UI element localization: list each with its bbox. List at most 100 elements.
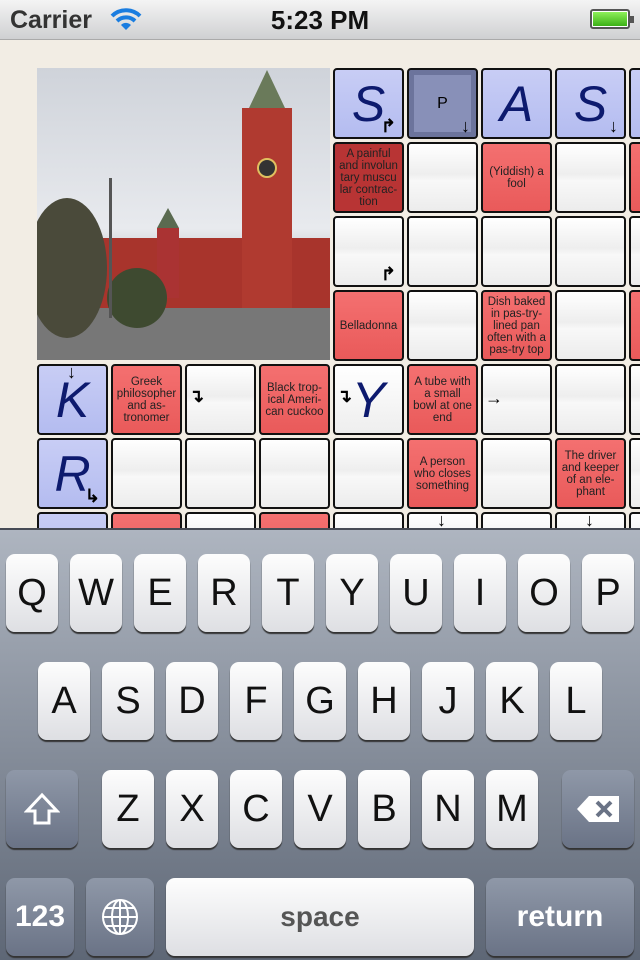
key-label: A	[51, 679, 77, 722]
key-k[interactable]: K	[486, 662, 538, 740]
globe-key[interactable]	[86, 878, 154, 956]
key-label: P	[595, 571, 621, 614]
answer-cell[interactable]	[111, 438, 182, 509]
key-label: return	[516, 900, 604, 933]
letter-cell[interactable]: S ↓	[555, 68, 626, 139]
key-label: K	[499, 679, 525, 722]
direction-arrow-icon: ↱	[380, 264, 396, 284]
key-label: X	[179, 787, 205, 830]
key-m[interactable]: M	[486, 770, 538, 848]
delete-key[interactable]	[562, 770, 634, 848]
return-key[interactable]: return	[486, 878, 634, 956]
key-label: L	[565, 679, 587, 722]
clue-cell[interactable]: A painful and involun tary muscu lar con…	[333, 142, 404, 213]
key-r[interactable]: R	[198, 554, 250, 632]
answer-cell[interactable]	[555, 216, 626, 287]
clue-cell[interactable]: p b	[629, 142, 640, 213]
backspace-icon	[577, 796, 619, 822]
answer-cell[interactable]	[333, 512, 404, 528]
key-l[interactable]: L	[550, 662, 602, 740]
answer-cell[interactable]	[629, 364, 640, 435]
key-z[interactable]: Z	[102, 770, 154, 848]
letter-cell[interactable]: R ↳	[37, 438, 108, 509]
letter-cell[interactable]	[629, 68, 640, 139]
answer-cell[interactable]	[407, 290, 478, 361]
key-n[interactable]: N	[422, 770, 474, 848]
answer-cell[interactable]	[185, 438, 256, 509]
answer-cell[interactable]: ↓	[555, 512, 626, 528]
key-j[interactable]: J	[422, 662, 474, 740]
clue-cell[interactable]: Black trop-ical Ameri-can cuckoo	[259, 364, 330, 435]
answer-cell[interactable]	[407, 142, 478, 213]
answer-cell[interactable]: ↴	[185, 364, 256, 435]
key-y[interactable]: Y	[326, 554, 378, 632]
key-f[interactable]: F	[230, 662, 282, 740]
clue-cell[interactable]: Greek philosopher and as-tronomer	[111, 364, 182, 435]
key-u[interactable]: U	[390, 554, 442, 632]
letter-cell[interactable]: K ↓	[37, 364, 108, 435]
numbers-key[interactable]: 123	[6, 878, 74, 956]
key-v[interactable]: V	[294, 770, 346, 848]
key-b[interactable]: B	[358, 770, 410, 848]
key-h[interactable]: H	[358, 662, 410, 740]
answer-cell[interactable]	[481, 216, 552, 287]
key-t[interactable]: T	[262, 554, 314, 632]
answer-cell[interactable]	[555, 290, 626, 361]
letter-cell[interactable]: A	[481, 68, 552, 139]
key-x[interactable]: X	[166, 770, 218, 848]
answer-cell[interactable]	[481, 512, 552, 528]
shift-arrow-icon	[24, 792, 60, 825]
key-label: G	[305, 679, 335, 722]
clue-cell[interactable]: A person who closes something	[407, 438, 478, 509]
key-e[interactable]: E	[134, 554, 186, 632]
letter-cell[interactable]: S ↱	[333, 68, 404, 139]
key-c[interactable]: C	[230, 770, 282, 848]
clue-cell[interactable]	[629, 290, 640, 361]
clue-cell[interactable]: (Yiddish) a fool	[481, 142, 552, 213]
key-p[interactable]: P	[582, 554, 634, 632]
clue-cell[interactable]: A tube with a small bowl at one end	[407, 364, 478, 435]
direction-arrow-icon: ↳	[84, 486, 100, 506]
key-g[interactable]: G	[294, 662, 346, 740]
letter-cell[interactable]: Y ↴	[333, 364, 404, 435]
letter-cell[interactable]: P ↓	[407, 68, 478, 139]
status-bar: Carrier 5:23 PM	[0, 0, 640, 40]
key-label: 123	[14, 900, 66, 933]
answer-cell[interactable]	[629, 512, 640, 528]
cell-text: Black trop-ical Ameri-can cuckoo	[265, 381, 324, 418]
cell-text: A tube with a small bowl at one end	[413, 375, 472, 424]
key-o[interactable]: O	[518, 554, 570, 632]
answer-cell[interactable]	[629, 438, 640, 509]
answer-cell[interactable]	[481, 438, 552, 509]
answer-cell[interactable]: ↓	[407, 512, 478, 528]
key-q[interactable]: Q	[6, 554, 58, 632]
clue-cell[interactable]: S	[259, 512, 330, 528]
answer-cell[interactable]	[555, 142, 626, 213]
key-s[interactable]: S	[102, 662, 154, 740]
answer-cell[interactable]	[259, 438, 330, 509]
answer-cell[interactable]: →	[481, 364, 552, 435]
globe-icon	[102, 899, 138, 935]
clue-cell[interactable]: A	[111, 512, 182, 528]
key-label: B	[371, 787, 397, 830]
letter-cell[interactable]	[37, 512, 108, 528]
key-a[interactable]: A	[38, 662, 90, 740]
answer-cell[interactable]	[407, 216, 478, 287]
direction-arrow-icon: ↓	[585, 512, 594, 528]
space-key[interactable]: space	[166, 878, 474, 956]
key-label: T	[276, 571, 300, 614]
answer-cell[interactable]	[333, 438, 404, 509]
key-w[interactable]: W	[70, 554, 122, 632]
answer-cell[interactable]	[555, 364, 626, 435]
clue-cell[interactable]: The driver and keeper of an ele-phant	[555, 438, 626, 509]
key-d[interactable]: D	[166, 662, 218, 740]
shift-key[interactable]	[6, 770, 78, 848]
answer-cell[interactable]	[629, 216, 640, 287]
clue-cell[interactable]: Belladonna	[333, 290, 404, 361]
key-i[interactable]: I	[454, 554, 506, 632]
answer-cell[interactable]	[185, 512, 256, 528]
answer-cell[interactable]: ↱	[333, 216, 404, 287]
cell-text: P	[437, 94, 448, 112]
direction-arrow-icon: →	[485, 388, 503, 408]
clue-cell[interactable]: Dish baked in pas-try-lined pan often wi…	[481, 290, 552, 361]
